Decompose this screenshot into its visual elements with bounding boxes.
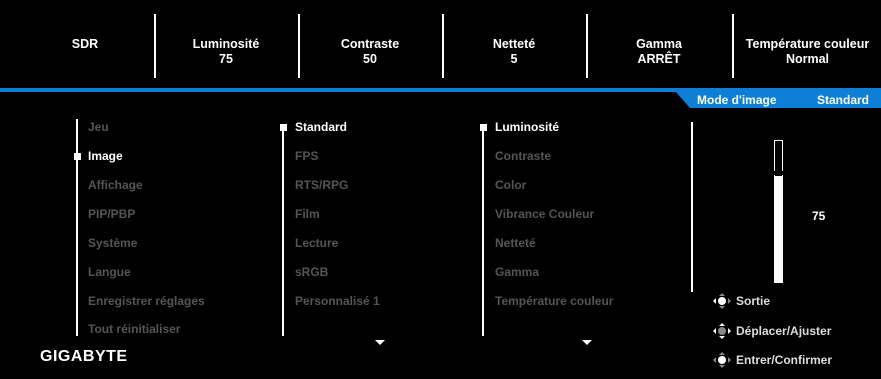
setting-brightness[interactable]: Luminosité bbox=[495, 120, 559, 134]
status-color-temperature-value: Normal bbox=[785, 52, 830, 66]
top-status-bar: SDR Luminosité 75 Contraste 50 Netteté 5… bbox=[0, 0, 881, 88]
status-gamma-label: Gamma bbox=[636, 37, 682, 51]
hint-enter-confirm-label: Entrer/Confirmer bbox=[736, 353, 833, 367]
brightness-slider-value: 75 bbox=[812, 209, 826, 223]
gigabyte-logo: GIGABYTE bbox=[40, 348, 128, 365]
setting-color-temperature[interactable]: Température couleur bbox=[495, 294, 613, 308]
picture-mode-value: Standard bbox=[817, 93, 870, 107]
scroll-down-arrow-icon[interactable] bbox=[582, 340, 592, 345]
status-contrast-value: 50 bbox=[363, 52, 377, 66]
picture-mode-custom-1[interactable]: Personnalisé 1 bbox=[295, 294, 380, 308]
menu-item-save-settings[interactable]: Enregistrer réglages bbox=[88, 294, 205, 308]
scroll-down-arrow-icon[interactable] bbox=[375, 340, 385, 345]
joystick-left-icon bbox=[713, 293, 731, 309]
hint-move-adjust-label: Déplacer/Ajuster bbox=[736, 324, 832, 338]
status-gamma-value: ARRÊT bbox=[637, 52, 681, 66]
picture-mode-label: Mode d'image bbox=[697, 93, 777, 107]
joystick-directions-icon bbox=[713, 323, 731, 339]
picture-mode-fps[interactable]: FPS bbox=[295, 149, 318, 163]
status-brightness: Luminosité 75 bbox=[156, 0, 296, 88]
status-color-temperature-label: Température couleur bbox=[745, 37, 870, 51]
status-sharpness: Netteté 5 bbox=[444, 0, 584, 88]
main-menu-selection-marker bbox=[74, 153, 81, 160]
menu-item-affichage[interactable]: Affichage bbox=[88, 178, 143, 192]
status-contrast: Contraste 50 bbox=[300, 0, 440, 88]
menu-item-jeu[interactable]: Jeu bbox=[88, 120, 109, 134]
settings-line bbox=[482, 130, 484, 336]
picture-mode-rts-rpg[interactable]: RTS/RPG bbox=[295, 178, 348, 192]
picture-mode-srgb[interactable]: sRGB bbox=[295, 265, 328, 279]
value-column-line bbox=[691, 122, 693, 292]
menu-item-image[interactable]: Image bbox=[88, 149, 123, 163]
picture-mode-lecture[interactable]: Lecture bbox=[295, 236, 338, 250]
picture-mode-film[interactable]: Film bbox=[295, 207, 320, 221]
setting-gamma[interactable]: Gamma bbox=[495, 265, 539, 279]
picture-mode-standard[interactable]: Standard bbox=[295, 120, 347, 134]
menu-item-pip-pbp[interactable]: PIP/PBP bbox=[88, 207, 135, 221]
picture-modes-line bbox=[282, 130, 284, 336]
menu-item-reset-all[interactable]: Tout réinitialiser bbox=[88, 322, 180, 336]
picture-mode-selection-marker bbox=[280, 124, 287, 131]
status-color-temperature: Température couleur Normal bbox=[734, 0, 881, 88]
setting-selection-marker bbox=[480, 124, 487, 131]
status-brightness-label: Luminosité bbox=[192, 37, 260, 51]
setting-sharpness[interactable]: Netteté bbox=[495, 236, 536, 250]
status-sdr-label: SDR bbox=[71, 37, 99, 51]
setting-contrast[interactable]: Contraste bbox=[495, 149, 551, 163]
brightness-slider-handle[interactable] bbox=[774, 171, 783, 175]
brightness-slider-fill bbox=[774, 176, 783, 283]
joystick-press-icon bbox=[713, 352, 731, 368]
status-gamma: Gamma ARRÊT bbox=[588, 0, 730, 88]
accent-line bbox=[0, 88, 881, 92]
main-menu-line bbox=[76, 119, 78, 336]
status-sharpness-value: 5 bbox=[510, 52, 518, 66]
status-sdr: SDR bbox=[20, 0, 150, 88]
menu-item-systeme[interactable]: Système bbox=[88, 236, 137, 250]
status-sharpness-label: Netteté bbox=[492, 37, 536, 51]
hint-exit-label: Sortie bbox=[736, 294, 771, 308]
status-brightness-value: 75 bbox=[219, 52, 233, 66]
menu-item-langue[interactable]: Langue bbox=[88, 265, 131, 279]
setting-color-vibrance[interactable]: Vibrance Couleur bbox=[495, 207, 594, 221]
setting-color[interactable]: Color bbox=[495, 178, 526, 192]
status-contrast-label: Contraste bbox=[340, 37, 400, 51]
